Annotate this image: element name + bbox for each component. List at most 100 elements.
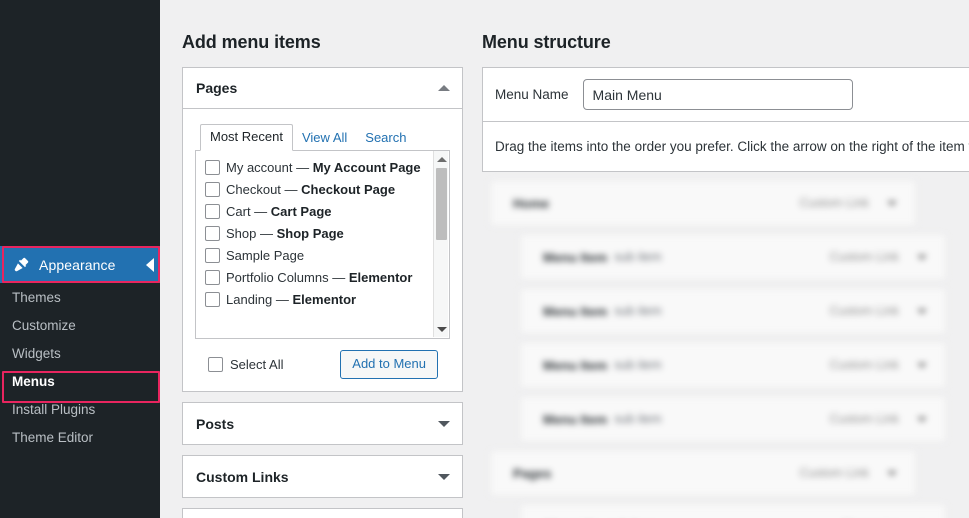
sidebar-item-label-theme-editor: Theme Editor xyxy=(12,429,94,445)
pages-panel: Pages Most Recent View All Search My acc… xyxy=(182,67,463,392)
triangle-down-icon[interactable] xyxy=(438,420,450,427)
sidebar-item-theme-editor[interactable]: Theme Editor xyxy=(0,423,160,451)
menu-name-row: Menu Name xyxy=(483,68,969,122)
menu-item-row[interactable]: Pages Custom Link xyxy=(490,450,916,496)
menu-structure-heading: Menu structure xyxy=(482,32,611,52)
sidebar-top-spacer xyxy=(0,0,160,246)
sidebar-item-label-themes: Themes xyxy=(12,289,61,305)
menu-item-title: Menu Item xyxy=(543,411,608,427)
chevron-down-icon[interactable] xyxy=(917,308,927,314)
checkbox-page-checkout[interactable] xyxy=(205,182,220,197)
posts-panel-header[interactable]: Posts xyxy=(183,403,462,444)
list-item-type: Cart Page xyxy=(270,204,332,219)
sidebar-item-menus[interactable]: Menus xyxy=(0,367,160,395)
chevron-down-icon[interactable] xyxy=(917,254,927,260)
list-item-type: My Account Page xyxy=(312,160,421,175)
add-to-menu-button[interactable]: Add to Menu xyxy=(340,350,438,379)
list-item[interactable]: Landing — Elementor xyxy=(205,290,429,310)
list-item-name: Landing xyxy=(226,292,273,307)
menu-item-type: Custom Link xyxy=(829,412,899,426)
menu-structure-box: Menu Name Drag the items into the order … xyxy=(482,67,969,172)
checkbox-page-landing[interactable] xyxy=(205,292,220,307)
menu-item-row[interactable]: Home Custom Link xyxy=(490,180,916,226)
paintbrush-icon xyxy=(11,255,31,275)
add-menu-items-column: Add menu items Pages Most Recent View Al… xyxy=(182,0,463,518)
checkbox-page-sample-page[interactable] xyxy=(205,248,220,263)
checkbox-page-cart[interactable] xyxy=(205,204,220,219)
scroll-up-arrow-icon[interactable] xyxy=(434,152,449,166)
pages-checklist[interactable]: My account — My Account Page Checkout — … xyxy=(195,151,450,339)
list-item-name: Cart xyxy=(226,204,251,219)
list-item-type: Checkout Page xyxy=(301,182,396,197)
list-item[interactable]: Sample Page xyxy=(205,246,429,266)
checkbox-select-all[interactable] xyxy=(208,357,223,372)
posts-panel: Posts xyxy=(182,402,463,445)
pages-panel-header[interactable]: Pages xyxy=(183,68,462,109)
wordpress-menus-screen: Appearance Themes Customize Widgets Menu… xyxy=(0,0,969,518)
menu-item-type: Custom Link xyxy=(829,358,899,372)
tab-label-view-all: View All xyxy=(301,130,348,145)
checkbox-page-my-account[interactable] xyxy=(205,160,220,175)
menu-item-title: Pages xyxy=(513,465,552,481)
list-item-name: Sample Page xyxy=(226,248,305,263)
menu-item-row[interactable]: Menu Item sub item Custom Link xyxy=(520,396,946,442)
chevron-down-icon[interactable] xyxy=(917,362,927,368)
sidebar-submenu-appearance: Themes Customize Widgets Menus Install P… xyxy=(0,283,160,451)
list-item-name: Portfolio Columns xyxy=(226,270,329,285)
checkbox-page-portfolio-columns[interactable] xyxy=(205,270,220,285)
scrollbar-thumb[interactable] xyxy=(436,168,447,240)
menu-name-input[interactable] xyxy=(582,79,853,110)
select-all-label: Select All xyxy=(230,357,284,372)
pages-checklist-scrollbar[interactable] xyxy=(433,151,448,337)
pages-tabs: Most Recent View All Search xyxy=(195,124,450,151)
tab-label-most-recent: Most Recent xyxy=(210,129,283,144)
collapse-left-arrow-icon[interactable] xyxy=(146,257,154,272)
list-item[interactable]: Shop — Shop Page xyxy=(205,224,429,244)
menu-item-subtitle: sub item xyxy=(614,250,662,264)
menu-items-list: Home Custom Link Menu Item sub item Cust… xyxy=(482,172,969,518)
triangle-down-icon[interactable] xyxy=(438,473,450,480)
menu-item-row[interactable]: Menu Item sub item Custom Link xyxy=(520,288,946,334)
menu-item-title: Menu Item xyxy=(543,249,608,265)
scroll-down-arrow-icon[interactable] xyxy=(434,322,449,336)
posts-panel-title: Posts xyxy=(196,415,235,432)
tab-search[interactable]: Search xyxy=(356,126,415,151)
chevron-down-icon[interactable] xyxy=(917,416,927,422)
list-item[interactable]: My account — My Account Page xyxy=(205,158,429,178)
tab-view-all[interactable]: View All xyxy=(293,126,356,151)
menu-item-row[interactable]: Menu Item sub item Custom Link xyxy=(520,234,946,280)
tab-label-search: Search xyxy=(365,130,407,145)
sidebar-item-widgets[interactable]: Widgets xyxy=(0,339,160,367)
sidebar-item-install-plugins[interactable]: Install Plugins xyxy=(0,395,160,423)
menu-item-title: Home xyxy=(513,195,550,211)
list-item[interactable]: Cart — Cart Page xyxy=(205,202,429,222)
menu-item-row[interactable]: About Us sub item Elementor xyxy=(520,504,946,518)
list-item[interactable]: Checkout — Checkout Page xyxy=(205,180,429,200)
triangle-up-icon[interactable] xyxy=(438,85,450,91)
pages-checklist-inner: My account — My Account Page Checkout — … xyxy=(196,151,449,318)
tab-most-recent[interactable]: Most Recent xyxy=(200,124,293,151)
sidebar-item-label-customize: Customize xyxy=(12,317,76,333)
chevron-down-icon[interactable] xyxy=(887,200,897,206)
menu-item-type: Custom Link xyxy=(799,196,869,210)
next-panel-partial xyxy=(182,508,463,518)
menu-item-subtitle: sub item xyxy=(614,358,662,372)
sidebar-item-themes[interactable]: Themes xyxy=(0,283,160,311)
menu-item-subtitle: sub item xyxy=(614,304,662,318)
custom-links-panel: Custom Links xyxy=(182,455,463,498)
menu-item-type: Custom Link xyxy=(829,250,899,264)
custom-links-panel-header[interactable]: Custom Links xyxy=(183,456,462,497)
select-all-control[interactable]: Select All xyxy=(208,357,283,372)
sidebar-item-customize[interactable]: Customize xyxy=(0,311,160,339)
checkbox-page-shop[interactable] xyxy=(205,226,220,241)
sidebar-item-label-install-plugins: Install Plugins xyxy=(12,401,96,417)
list-item[interactable]: Portfolio Columns — Elementor xyxy=(205,268,429,288)
sidebar-item-appearance[interactable]: Appearance xyxy=(0,246,160,283)
sidebar-item-label-widgets: Widgets xyxy=(12,345,61,361)
chevron-down-icon[interactable] xyxy=(887,470,897,476)
drag-instructions: Drag the items into the order you prefer… xyxy=(495,139,969,154)
list-item-name: My account xyxy=(226,160,293,175)
menu-item-row[interactable]: Menu Item sub item Custom Link xyxy=(520,342,946,388)
list-item-type: Shop Page xyxy=(276,226,344,241)
menu-item-type: Custom Link xyxy=(829,304,899,318)
